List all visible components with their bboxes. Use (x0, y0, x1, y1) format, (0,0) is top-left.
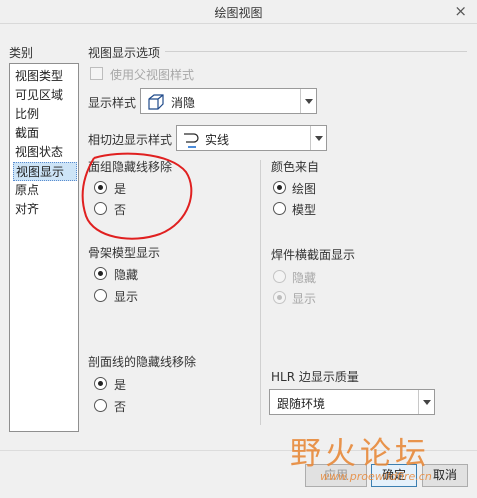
hlr-quality-combo[interactable]: 跟随环境 (269, 389, 435, 415)
section-hidden-line-title: 剖面线的隐藏线移除 (88, 355, 197, 369)
watermark-url: www.proewildfire.cn (320, 470, 432, 483)
category-item-view-display[interactable]: 视图显示 (13, 162, 77, 181)
chevron-down-icon[interactable] (310, 126, 326, 150)
title-bar: 绘图视图 × (0, 0, 477, 24)
weld-section-title: 焊件横截面显示 (271, 248, 356, 262)
chevron-down-icon[interactable] (418, 390, 434, 414)
category-item-align[interactable]: 对齐 (13, 200, 77, 219)
category-item-scale[interactable]: 比例 (13, 105, 77, 124)
hidden-line-cube-icon (148, 94, 164, 110)
window-title: 绘图视图 (214, 6, 263, 20)
skeleton-show-radio[interactable] (94, 289, 107, 302)
skeleton-hide-label: 隐藏 (114, 268, 139, 282)
color-from-title: 颜色来自 (271, 160, 320, 174)
display-style-label: 显示样式 (88, 96, 137, 110)
use-parent-style-label: 使用父视图样式 (110, 68, 195, 82)
category-item-view-state[interactable]: 视图状态 (13, 143, 77, 162)
category-item-section[interactable]: 截面 (13, 124, 77, 143)
section-hidden-line-no-radio[interactable] (94, 399, 107, 412)
color-from-model-label: 模型 (292, 203, 317, 217)
red-annotation-circle (81, 152, 193, 240)
skeleton-display-title: 骨架模型显示 (88, 246, 161, 260)
weld-show-label: 显示 (292, 292, 317, 306)
category-item-view-type[interactable]: 视图类型 (13, 67, 77, 86)
tangent-style-label: 相切边显示样式 (88, 133, 173, 147)
color-from-drawing-radio[interactable] (273, 181, 286, 194)
close-icon[interactable]: × (454, 2, 467, 20)
category-list[interactable]: 视图类型 可见区域 比例 截面 视图状态 视图显示 原点 对齐 (9, 63, 79, 432)
skeleton-show-label: 显示 (114, 290, 139, 304)
column-divider (260, 160, 261, 425)
weld-hide-label: 隐藏 (292, 271, 317, 285)
display-style-value: 消隐 (171, 96, 196, 110)
section-hidden-line-no-label: 否 (114, 400, 127, 414)
display-style-combo[interactable]: 消隐 (140, 88, 317, 114)
tangent-style-combo[interactable]: 实线 (176, 125, 327, 151)
weld-show-radio[interactable] (273, 291, 286, 304)
category-item-visible-area[interactable]: 可见区域 (13, 86, 77, 105)
watermark-logo-text: 野火论坛 (290, 436, 430, 472)
skeleton-hide-radio[interactable] (94, 267, 107, 280)
category-header: 类别 (9, 46, 34, 60)
hlr-quality-title: HLR 边显示质量 (271, 370, 359, 384)
tangent-style-value: 实线 (205, 133, 230, 147)
section-divider (165, 51, 467, 52)
view-display-section-title: 视图显示选项 (88, 46, 161, 60)
section-hidden-line-yes-label: 是 (114, 378, 127, 392)
weld-hide-radio[interactable] (273, 270, 286, 283)
color-from-model-radio[interactable] (273, 202, 286, 215)
category-item-origin[interactable]: 原点 (13, 181, 77, 200)
hlr-quality-value: 跟随环境 (277, 397, 326, 411)
chevron-down-icon[interactable] (300, 89, 316, 113)
color-from-drawing-label: 绘图 (292, 182, 317, 196)
tangent-edge-icon (184, 133, 199, 148)
use-parent-style-checkbox[interactable] (90, 67, 103, 80)
section-hidden-line-yes-radio[interactable] (94, 377, 107, 390)
